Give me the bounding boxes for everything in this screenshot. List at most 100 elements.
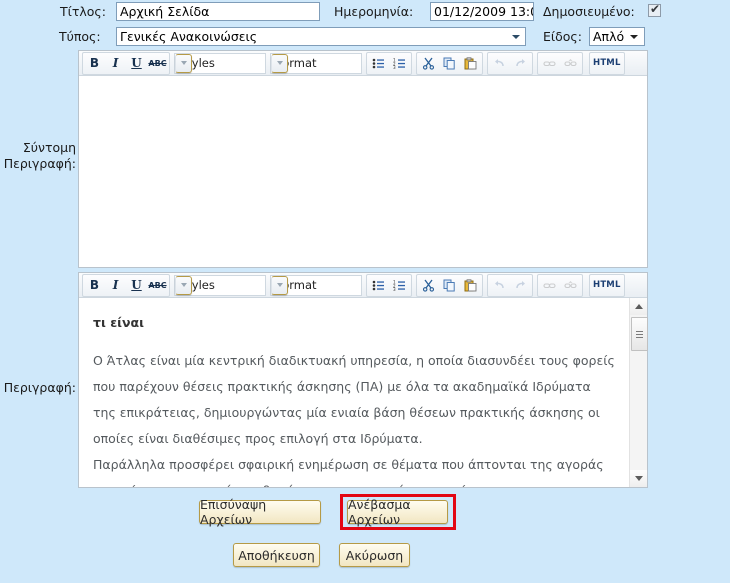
chevron-down-icon — [630, 35, 638, 39]
list-group: 123 — [366, 273, 412, 297]
type-select[interactable]: Γενικές Ανακοινώσεις — [116, 27, 526, 46]
copy-svg — [443, 279, 455, 291]
scroll-down-icon[interactable] — [630, 470, 647, 487]
bold-icon[interactable]: B — [84, 54, 105, 73]
bullet-list-svg — [372, 58, 384, 68]
description-body[interactable]: τι είναι Ο Άτλας είναι μία κεντρική διαδ… — [79, 298, 647, 487]
copy-icon[interactable] — [439, 276, 460, 295]
short-editor-toolbar: B I U ABC Styles Format 123 HTML — [79, 51, 647, 76]
underline-icon[interactable]: U — [126, 54, 147, 73]
date-input[interactable]: 01/12/2009 13:00 — [430, 2, 534, 21]
paste-icon[interactable] — [460, 276, 481, 295]
short-description-editor: B I U ABC Styles Format 123 HTML — [78, 50, 648, 268]
short-description-label-line2: Περιγραφή: — [3, 156, 76, 171]
kind-select[interactable]: Απλό — [589, 27, 645, 46]
scroll-up-icon[interactable] — [630, 298, 647, 315]
undo-icon[interactable] — [489, 276, 510, 295]
html-label: HTML — [593, 280, 621, 290]
text-format-group: B I U ABC — [82, 51, 170, 75]
paste-icon[interactable] — [460, 54, 481, 73]
unlink-svg — [564, 58, 577, 66]
description-paragraph: Παράλληλα προσφέρει σφαιρική ενημέρωση σ… — [93, 457, 604, 487]
kind-label: Είδος: — [543, 29, 582, 44]
kind-select-value: Απλό — [593, 29, 625, 44]
svg-text:3: 3 — [393, 287, 396, 292]
undo-svg — [495, 58, 504, 66]
link-icon[interactable] — [539, 54, 560, 73]
cancel-button[interactable]: Ακύρωση — [339, 543, 410, 567]
short-description-content — [79, 76, 647, 88]
copy-icon[interactable] — [439, 54, 460, 73]
scissors-svg — [422, 57, 435, 70]
format-dropdown[interactable]: Format — [270, 274, 362, 296]
link-svg — [543, 60, 556, 66]
scissors-svg — [422, 279, 435, 292]
published-checkbox[interactable]: ✔ — [648, 3, 661, 17]
cut-icon[interactable] — [418, 276, 439, 295]
copy-svg — [443, 57, 455, 69]
bullet-list-svg — [372, 280, 384, 290]
unlink-icon[interactable] — [560, 54, 581, 73]
chevron-down-icon — [271, 275, 288, 295]
styles-dropdown[interactable]: Styles — [174, 274, 266, 296]
short-description-label-line1: Σύντομη — [22, 140, 76, 155]
styles-dropdown[interactable]: Styles — [174, 52, 266, 74]
svg-text:3: 3 — [393, 65, 396, 70]
html-source-button[interactable]: HTML — [589, 273, 625, 297]
chevron-down-icon — [175, 275, 192, 295]
short-description-body[interactable] — [79, 76, 647, 267]
link-group — [537, 51, 583, 75]
numbered-list-icon[interactable]: 123 — [389, 276, 410, 295]
bullet-list-icon[interactable] — [368, 54, 389, 73]
redo-icon[interactable] — [510, 54, 531, 73]
strikethrough-icon[interactable]: ABC — [147, 276, 168, 295]
history-group — [487, 273, 533, 297]
format-dropdown[interactable]: Format — [270, 52, 362, 74]
type-label: Τύπος: — [59, 29, 101, 44]
link-svg — [543, 282, 556, 288]
scrollbar-thumb[interactable] — [631, 317, 648, 351]
strike-glyph: ABC — [148, 58, 167, 68]
attach-files-button[interactable]: Επισύναψη Αρχείων — [199, 497, 321, 527]
unlink-svg — [564, 280, 577, 288]
unlink-icon[interactable] — [560, 276, 581, 295]
clipboard-group — [416, 273, 483, 297]
bullet-list-icon[interactable] — [368, 276, 389, 295]
bold-icon[interactable]: B — [84, 276, 105, 295]
description-editor-toolbar: B I U ABC Styles Format 123 HTML — [79, 273, 647, 298]
strikethrough-icon[interactable]: ABC — [147, 54, 168, 73]
cut-icon[interactable] — [418, 54, 439, 73]
title-input[interactable]: Αρχική Σελίδα — [116, 2, 320, 21]
html-label: HTML — [593, 58, 621, 68]
strike-glyph: ABC — [148, 280, 167, 290]
paste-svg — [464, 56, 477, 69]
italic-icon[interactable]: I — [105, 54, 126, 73]
paste-svg — [464, 278, 477, 291]
title-label: Τίτλος: — [60, 4, 106, 19]
upload-files-highlight — [340, 494, 456, 530]
underline-glyph: U — [131, 278, 142, 292]
description-scrollbar[interactable] — [629, 298, 648, 487]
type-select-value: Γενικές Ανακοινώσεις — [120, 29, 258, 44]
undo-icon[interactable] — [489, 54, 510, 73]
italic-icon[interactable]: I — [105, 276, 126, 295]
underline-icon[interactable]: U — [126, 276, 147, 295]
grip-icon — [636, 330, 643, 338]
description-editor: B I U ABC Styles Format 123 HTML τι είνα… — [78, 272, 648, 488]
save-button[interactable]: Αποθήκευση — [233, 543, 320, 567]
chevron-down-icon — [271, 53, 288, 73]
description-paragraph: Ο Άτλας είναι μία κεντρική διαδικτυακή υ… — [93, 353, 615, 446]
underline-glyph: U — [131, 56, 142, 70]
text-format-group: B I U ABC — [82, 273, 170, 297]
chevron-down-icon — [175, 53, 192, 73]
numbered-list-svg: 123 — [393, 279, 405, 292]
html-source-button[interactable]: HTML — [589, 51, 625, 75]
redo-icon[interactable] — [510, 276, 531, 295]
list-group: 123 — [366, 51, 412, 75]
clipboard-group — [416, 51, 483, 75]
italic-glyph: I — [112, 278, 119, 292]
bold-glyph: B — [89, 278, 100, 292]
short-description-label: Σύντομη Περιγραφή: — [0, 140, 76, 172]
link-icon[interactable] — [539, 276, 560, 295]
numbered-list-icon[interactable]: 123 — [389, 54, 410, 73]
